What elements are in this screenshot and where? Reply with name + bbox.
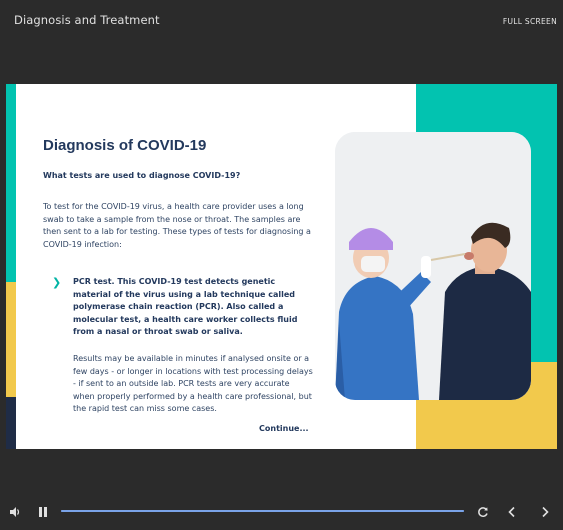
volume-icon[interactable] (6, 503, 24, 521)
progress-bar[interactable] (61, 510, 464, 512)
left-strip-teal (6, 84, 16, 282)
next-icon[interactable] (536, 503, 554, 521)
pause-icon[interactable] (34, 503, 52, 521)
intro-paragraph: To test for the COVID-19 virus, a health… (43, 202, 311, 249)
chevron-right-icon: ❯ (52, 276, 62, 289)
full-screen-button[interactable]: FULL SCREEN (503, 17, 557, 26)
slide-subheading: What tests are used to diagnose COVID-19… (43, 171, 241, 180)
left-strip-yellow (6, 282, 16, 397)
slide-canvas: Diagnosis of COVID-19 What tests are use… (6, 84, 557, 449)
player-header: Diagnosis and Treatment FULL SCREEN (0, 0, 563, 44)
covid-test-photo (335, 132, 531, 400)
progress-fill (61, 510, 464, 512)
replay-icon[interactable] (474, 503, 492, 521)
course-title: Diagnosis and Treatment (14, 13, 160, 27)
results-paragraph: Results may be available in minutes if a… (73, 354, 313, 413)
player-controls (0, 498, 563, 526)
left-strip-navy (6, 397, 16, 449)
continue-link[interactable]: Continue... (259, 424, 309, 433)
previous-icon[interactable] (503, 503, 521, 521)
slide-heading: Diagnosis of COVID-19 (43, 137, 207, 154)
pcr-bullet-text: PCR test. This COVID-19 test detects gen… (73, 277, 298, 336)
